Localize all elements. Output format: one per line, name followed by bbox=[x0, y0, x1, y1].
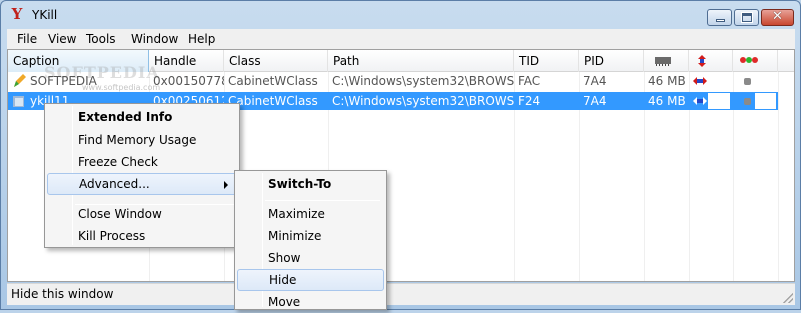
handle-cell: 0x00150778 bbox=[153, 74, 224, 88]
title-bar[interactable]: Y YKill ✕ bbox=[1, 1, 800, 29]
window-arrows-icon bbox=[698, 55, 706, 67]
menu-freeze-check[interactable]: Freeze Check bbox=[47, 151, 237, 173]
menu-show[interactable]: Show bbox=[237, 247, 384, 269]
pencil-app-icon bbox=[14, 74, 26, 87]
menu-tools[interactable]: Tools bbox=[84, 31, 118, 47]
menu-view[interactable]: View bbox=[46, 31, 78, 47]
pid-cell: 7A4 bbox=[583, 74, 607, 88]
submenu-arrow-icon bbox=[224, 181, 228, 189]
window-title: YKill bbox=[32, 8, 58, 22]
path-cell: C:\Windows\system32\BROWS... bbox=[332, 74, 514, 88]
status-cell[interactable] bbox=[733, 92, 778, 110]
menu-advanced[interactable]: Advanced... bbox=[47, 173, 237, 195]
window-state-cell[interactable] bbox=[689, 92, 733, 110]
col-class[interactable]: Class bbox=[224, 50, 328, 72]
memory-cell: 46 MB bbox=[648, 74, 686, 88]
pid-cell: 7A4 bbox=[583, 94, 607, 108]
menu-extended-info[interactable]: Extended Info bbox=[47, 106, 237, 128]
col-path[interactable]: Path bbox=[328, 50, 514, 72]
maximize-button[interactable] bbox=[734, 9, 759, 26]
caption-text: SOFTPEDIA bbox=[30, 74, 97, 88]
caption-cell: SOFTPEDIA bbox=[8, 72, 149, 90]
col-memory[interactable] bbox=[644, 50, 689, 72]
menu-window[interactable]: Window bbox=[129, 31, 180, 47]
menu-find-memory-usage[interactable]: Find Memory Usage bbox=[47, 129, 237, 151]
context-menu: Extended Info Find Memory Usage Freeze C… bbox=[44, 103, 240, 248]
col-tid[interactable]: TID bbox=[514, 50, 579, 72]
menu-help[interactable]: Help bbox=[186, 31, 217, 47]
status-cell[interactable] bbox=[733, 72, 778, 90]
window-state-icon bbox=[693, 97, 707, 105]
menu-separator bbox=[265, 200, 380, 201]
gray-status-icon bbox=[744, 78, 751, 85]
window-state-cell[interactable] bbox=[689, 72, 733, 90]
menu-kill-process[interactable]: Kill Process bbox=[47, 225, 237, 247]
class-cell: CabinetWClass bbox=[228, 74, 318, 88]
col-status[interactable] bbox=[733, 50, 778, 72]
status-text: Hide this window bbox=[11, 287, 114, 301]
path-cell: C:\Windows\system32\BROWS... bbox=[332, 94, 514, 108]
tid-cell: F24 bbox=[518, 94, 541, 108]
folder-app-icon bbox=[13, 96, 24, 107]
ykill-app-icon: Y bbox=[11, 5, 23, 23]
close-button[interactable]: ✕ bbox=[761, 9, 794, 26]
window-state-icon bbox=[693, 77, 707, 85]
col-pid[interactable]: PID bbox=[579, 50, 644, 72]
menu-advanced-label: Advanced... bbox=[79, 177, 150, 191]
maximize-icon bbox=[741, 12, 753, 23]
menu-minimize[interactable]: Minimize bbox=[237, 225, 384, 247]
col-handle[interactable]: Handle bbox=[149, 50, 224, 72]
menu-switch-to[interactable]: Switch-To bbox=[237, 173, 384, 195]
advanced-submenu: Switch-To Maximize Minimize Show Hide Mo… bbox=[234, 170, 387, 310]
memory-chip-icon bbox=[655, 57, 671, 66]
menu-close-window[interactable]: Close Window bbox=[47, 203, 237, 225]
traffic-lights-icon bbox=[740, 57, 758, 63]
menu-maximize[interactable]: Maximize bbox=[237, 203, 384, 225]
menu-file[interactable]: File bbox=[15, 31, 39, 47]
col-caption[interactable]: Caption bbox=[8, 50, 149, 72]
memory-cell: 46 MB bbox=[648, 94, 686, 108]
tid-cell: FAC bbox=[518, 74, 541, 88]
resize-grip[interactable] bbox=[783, 293, 793, 303]
menu-hide[interactable]: Hide bbox=[237, 269, 384, 291]
list-header: Caption Handle Class Path TID PID bbox=[8, 50, 794, 72]
status-bar: Hide this window bbox=[7, 283, 795, 305]
menu-bar: File View Tools Window Help bbox=[7, 29, 795, 49]
col-window-state[interactable] bbox=[689, 50, 733, 72]
minimize-icon bbox=[716, 19, 725, 22]
close-icon: ✕ bbox=[772, 9, 783, 24]
gray-status-icon bbox=[744, 98, 751, 105]
minimize-button[interactable] bbox=[707, 9, 732, 26]
table-row[interactable]: SOFTPEDIA 0x00150778 CabinetWClass C:\Wi… bbox=[8, 72, 778, 90]
